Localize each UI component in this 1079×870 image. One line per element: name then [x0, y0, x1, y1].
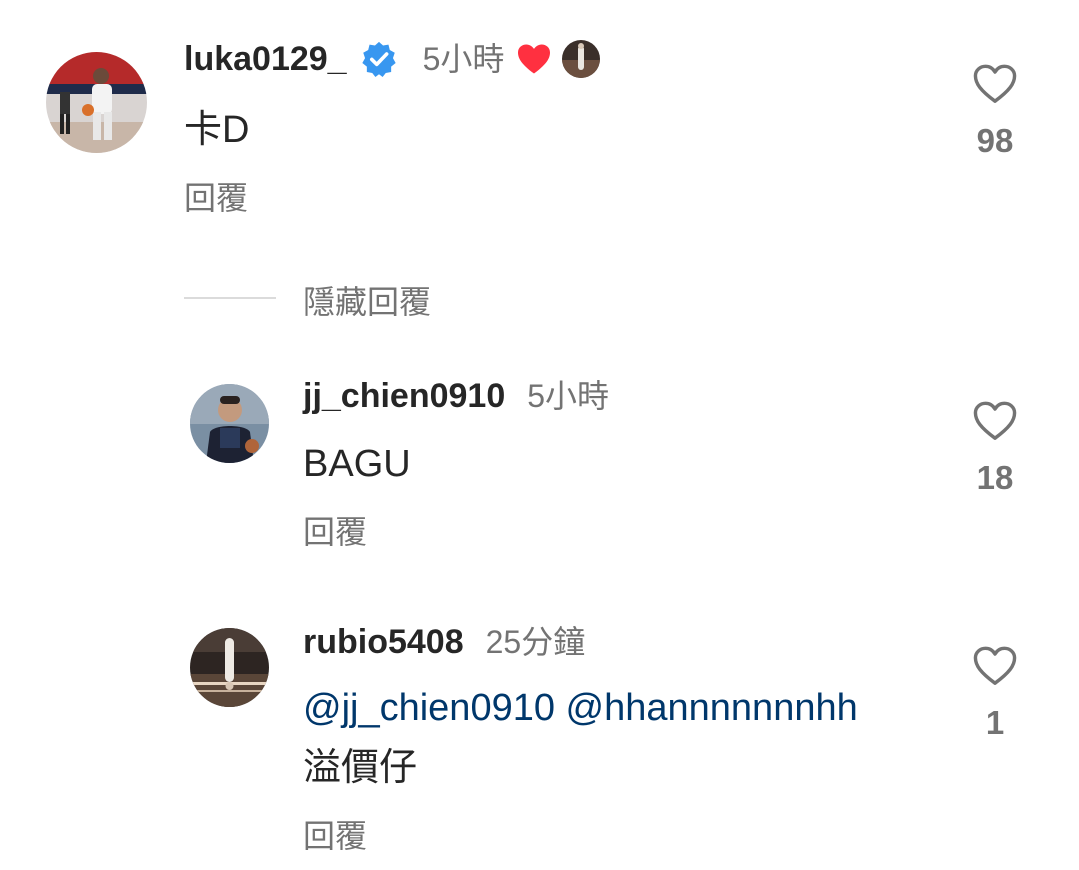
person-portrait-avatar-icon — [190, 384, 269, 463]
reply-text: BAGU — [303, 443, 411, 485]
reply-time: 25分鐘 — [485, 624, 586, 660]
arena-avatar-icon — [190, 628, 269, 707]
verified-badge-icon — [361, 41, 397, 77]
like-count: 98 — [976, 122, 1014, 159]
heart-filled-icon — [516, 43, 552, 75]
reply-button[interactable]: 回覆 — [303, 816, 367, 856]
hide-replies-divider — [184, 297, 276, 299]
heart-outline-icon — [973, 646, 1017, 685]
like-button[interactable] — [972, 63, 1018, 105]
like-count: 1 — [985, 704, 1005, 741]
reply-mentions: @jj_chien0910 @hhannnnnnnhh — [303, 686, 858, 730]
username[interactable]: rubio5408 — [303, 622, 464, 662]
reply-avatar[interactable] — [190, 384, 269, 463]
mention-link[interactable]: @jj_chien0910 — [303, 687, 555, 729]
like-count: 18 — [976, 459, 1014, 496]
comment-time: 5小時 — [422, 41, 505, 77]
reply-button[interactable]: 回覆 — [303, 512, 367, 552]
username[interactable]: luka0129_ — [184, 39, 347, 79]
reply-header: jj_chien0910 5小時 — [303, 374, 609, 418]
reply-header: rubio5408 25分鐘 — [303, 620, 585, 664]
reply-time: 5小時 — [527, 378, 610, 414]
hide-replies-button[interactable]: 隱藏回覆 — [303, 282, 431, 322]
reply-text: 溢價仔 — [303, 747, 418, 789]
heart-outline-icon — [973, 401, 1017, 440]
mention-link[interactable]: @hhannnnnnnhh — [566, 687, 858, 729]
comment-header: luka0129_ 5小時 — [184, 37, 601, 81]
like-button[interactable] — [972, 400, 1018, 442]
heart-outline-icon — [973, 64, 1017, 103]
user-avatar[interactable] — [46, 52, 147, 153]
reply-button[interactable]: 回覆 — [184, 178, 248, 218]
like-button[interactable] — [972, 645, 1018, 687]
comment-text: 卡D — [184, 109, 250, 151]
basketball-player-avatar-icon — [46, 52, 147, 153]
reply-avatar[interactable] — [190, 628, 269, 707]
username[interactable]: jj_chien0910 — [303, 376, 505, 416]
author-avatar-small-icon — [562, 40, 601, 78]
